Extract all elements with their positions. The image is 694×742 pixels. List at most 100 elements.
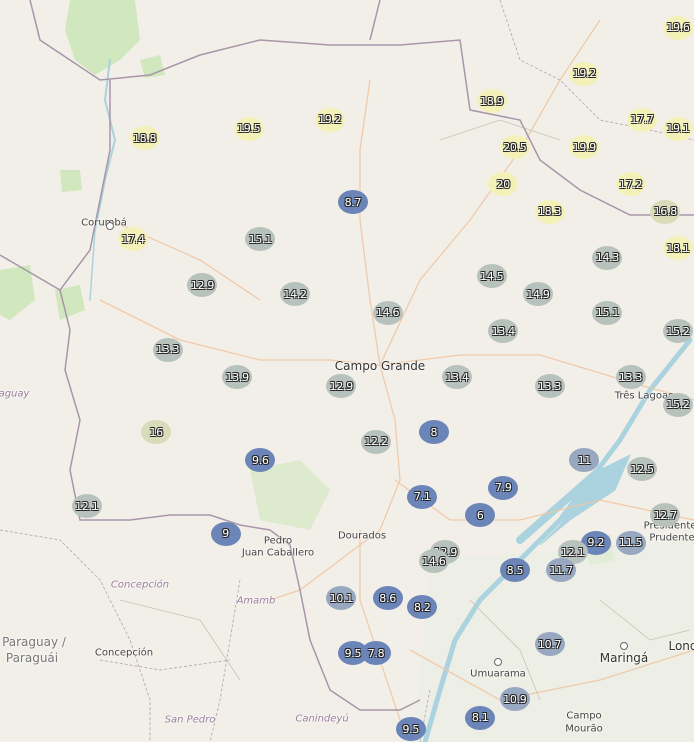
temperature-marker[interactable]: 14.5 [476,264,507,288]
place-label-maringa: Maringá [599,651,649,665]
temperature-marker[interactable]: 7.9 [488,475,519,500]
temperature-value: 7.8 [367,646,385,660]
temperature-value: 11.5 [618,536,643,550]
temperature-marker[interactable]: 17.2 [615,172,646,196]
place-label-campo: Campo [566,710,602,722]
place-label-campo-grande: Campo Grande [334,359,426,373]
temperature-value: 12.1 [75,499,99,513]
temperature-value: 8.5 [506,563,524,577]
temperature-marker[interactable]: 14.2 [280,282,311,307]
temperature-marker[interactable]: 12.2 [361,429,392,454]
temperature-marker[interactable]: 12.9 [326,374,357,399]
temperature-marker[interactable]: 11 [569,448,600,472]
temperature-value: 7.9 [494,481,512,495]
temperature-marker[interactable]: 13.3 [152,337,183,362]
temperature-marker[interactable]: 9 [210,521,241,546]
temperature-value: 14.3 [595,251,620,265]
temperature-value: 13.4 [445,370,469,384]
temperature-marker[interactable]: 15.1 [592,300,623,325]
temperature-marker[interactable]: 19.6 [663,15,693,40]
temperature-marker[interactable]: 10.9 [499,687,530,712]
temperature-marker[interactable]: 15.1 [245,227,276,252]
temperature-marker[interactable]: 13.3 [534,374,565,399]
temperature-value: 9.5 [344,646,362,660]
temperature-value: 19.9 [572,140,597,154]
temperature-value: 13.9 [225,370,250,384]
temperature-marker[interactable]: 9.5 [395,717,426,741]
place-label-amambay: Amamb [236,595,276,607]
city-dot [106,222,114,230]
temperature-marker[interactable]: 8.7 [337,190,368,215]
temperature-value: 19.2 [572,67,597,81]
temperature-marker[interactable]: 6 [465,503,496,528]
temperature-marker[interactable]: 8.5 [499,558,530,583]
temperature-marker[interactable]: 8.1 [465,705,496,730]
temperature-value: 19.5 [237,122,261,136]
place-label-umuarama: Umuarama [470,668,526,680]
temperature-value: 8.7 [344,195,362,209]
temperature-value: 18.1 [666,241,690,255]
temperature-value: 17.2 [618,177,643,191]
temperature-marker[interactable]: 16.8 [650,199,681,224]
temperature-marker[interactable]: 13.3 [615,365,646,390]
temperature-marker[interactable]: 19.9 [569,135,600,160]
temperature-marker[interactable]: 18.3 [534,199,565,224]
temperature-value: 11.7 [549,563,573,577]
temperature-marker[interactable]: 14.3 [592,245,623,270]
temperature-value: 13.3 [537,379,562,393]
temperature-marker[interactable]: 20.5 [499,135,530,160]
temperature-value: 10.1 [329,591,354,605]
place-label-prudente: Prudente [649,532,694,544]
temperature-marker[interactable]: 15.2 [663,392,693,417]
temperature-marker[interactable]: 14.9 [523,282,553,307]
temperature-marker[interactable]: 12.7 [650,503,681,528]
temperature-marker[interactable]: 8.2 [407,595,438,620]
temperature-marker[interactable]: 7.1 [407,484,438,509]
temperature-marker[interactable]: 20 [488,172,519,196]
temperature-marker[interactable]: 10.1 [326,586,357,610]
temperature-marker[interactable]: 17.7 [627,107,658,132]
temperature-marker[interactable]: 13.4 [442,365,472,390]
temperature-marker[interactable]: 12.9 [187,273,218,298]
temperature-marker[interactable]: 13.4 [488,319,519,344]
temperature-marker[interactable]: 19.5 [233,116,264,141]
temperature-value: 7.1 [414,490,431,504]
temperature-marker[interactable]: 19.1 [663,116,693,141]
place-label-concepcion-town: Concepción [94,647,154,659]
map[interactable]: Campo Grande Corumbá Dourados Pedro Juan Cab… [0,0,694,742]
temperature-marker[interactable]: 18.9 [476,89,507,114]
temperature-marker[interactable]: 17.4 [118,227,149,252]
temperature-marker[interactable]: 14.6 [418,549,449,574]
temperature-value: 8.2 [414,600,431,614]
temperature-marker[interactable]: 15.2 [663,319,693,344]
temperature-value: 16 [149,425,163,439]
temperature-marker[interactable]: 18.8 [129,126,160,150]
temperature-marker[interactable]: 10.7 [534,632,565,656]
temperature-value: 19.6 [666,21,690,35]
temperature-value: 19.2 [318,113,342,127]
temperature-marker[interactable]: 19.2 [314,107,345,132]
temperature-marker[interactable]: 7.8 [361,641,392,666]
temperature-marker[interactable]: 12.5 [627,457,658,482]
temperature-value: 12.9 [329,379,354,393]
temperature-marker[interactable]: 14.6 [372,300,403,325]
temperature-marker[interactable]: 8 [418,420,449,445]
temperature-marker[interactable]: 13.9 [222,365,253,390]
temperature-value: 8.1 [471,711,489,725]
temperature-value: 20.5 [503,140,527,154]
temperature-marker[interactable]: 11.5 [615,530,646,555]
temperature-value: 6 [476,508,484,522]
temperature-value: 18.9 [480,94,504,108]
temperature-marker[interactable]: 11.7 [546,558,577,583]
temperature-marker[interactable]: 19.2 [569,61,600,86]
temperature-marker[interactable]: 18.1 [663,236,693,261]
temperature-marker[interactable]: 16 [141,420,172,445]
place-label-dourados: Dourados [337,530,387,542]
temperature-value: 8.6 [379,591,396,605]
temperature-value: 10.9 [503,692,527,706]
temperature-marker[interactable]: 9.6 [245,448,276,472]
temperature-marker[interactable]: 8.6 [372,586,403,610]
temperature-marker[interactable]: 12.1 [71,494,102,518]
temperature-value: 13.3 [156,343,180,357]
temperature-value: 13.3 [618,370,643,384]
